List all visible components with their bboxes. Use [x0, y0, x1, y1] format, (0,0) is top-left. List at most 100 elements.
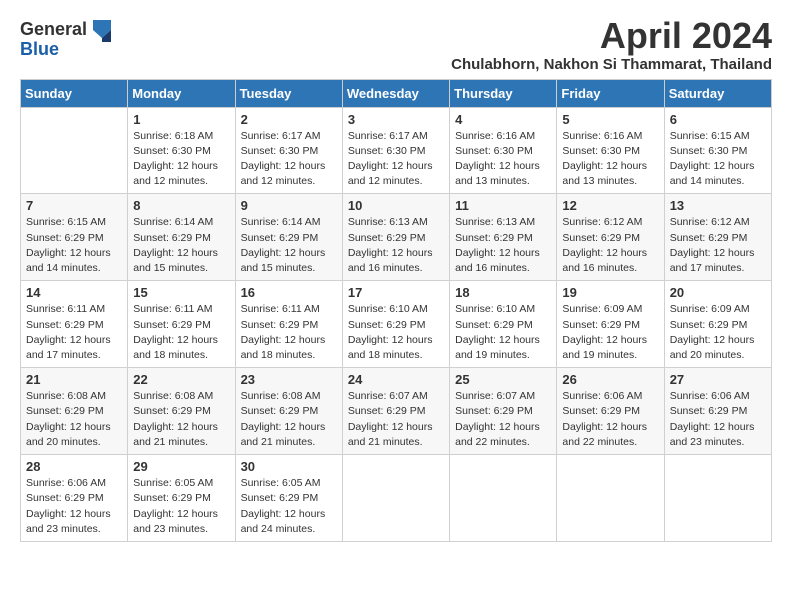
day-number: 3 [348, 112, 444, 127]
day-cell: 22 Sunrise: 6:08 AMSunset: 6:29 PMDayligh… [128, 368, 235, 455]
day-cell: 4 Sunrise: 6:16 AMSunset: 6:30 PMDaylight… [450, 107, 557, 194]
day-cell: 25Sunrise: 6:07 AMSunset: 6:29 PMDayligh… [450, 368, 557, 455]
day-number: 2 [241, 112, 337, 127]
day-info: Sunrise: 6:17 AMSunset: 6:30 PMDaylight:… [348, 129, 444, 190]
day-info: Sunrise: 6:18 AMSunset: 6:30 PMDaylight:… [133, 129, 229, 190]
day-cell: 23 Sunrise: 6:08 AMSunset: 6:29 PMDayligh… [235, 368, 342, 455]
day-number: 30 [241, 459, 337, 474]
logo-general: General [20, 19, 87, 39]
day-cell: 7 Sunrise: 6:15 AMSunset: 6:29 PMDaylight… [21, 194, 128, 281]
day-cell: 24Sunrise: 6:07 AMSunset: 6:29 PMDayligh… [342, 368, 449, 455]
day-cell: 5 Sunrise: 6:16 AMSunset: 6:30 PMDaylight… [557, 107, 664, 194]
week-row-5: 28 Sunrise: 6:06 AMSunset: 6:29 PMDayligh… [21, 455, 772, 542]
day-info: Sunrise: 6:16 AMSunset: 6:30 PMDaylight:… [562, 129, 658, 190]
day-info: Sunrise: 6:11 AMSunset: 6:29 PMDaylight:… [26, 302, 122, 363]
day-number: 6 [670, 112, 766, 127]
day-info: Sunrise: 6:08 AMSunset: 6:29 PMDaylight:… [26, 389, 122, 450]
day-info: Sunrise: 6:07 AMSunset: 6:29 PMDaylight:… [455, 389, 551, 450]
week-row-2: 7 Sunrise: 6:15 AMSunset: 6:29 PMDaylight… [21, 194, 772, 281]
week-row-3: 14 Sunrise: 6:11 AMSunset: 6:29 PMDayligh… [21, 281, 772, 368]
day-cell: 29Sunrise: 6:05 AMSunset: 6:29 PMDayligh… [128, 455, 235, 542]
day-info: Sunrise: 6:09 AMSunset: 6:29 PMDaylight:… [562, 302, 658, 363]
day-cell: 27 Sunrise: 6:06 AMSunset: 6:29 PMDayligh… [664, 368, 771, 455]
day-number: 16 [241, 285, 337, 300]
logo-icon [89, 16, 113, 44]
day-info: Sunrise: 6:11 AMSunset: 6:29 PMDaylight:… [241, 302, 337, 363]
day-info: Sunrise: 6:08 AMSunset: 6:29 PMDaylight:… [241, 389, 337, 450]
day-info: Sunrise: 6:15 AMSunset: 6:29 PMDaylight:… [26, 215, 122, 276]
day-cell: 13Sunrise: 6:12 AMSunset: 6:29 PMDayligh… [664, 194, 771, 281]
header-wednesday: Wednesday [342, 79, 449, 107]
header-sunday: Sunday [21, 79, 128, 107]
day-number: 12 [562, 198, 658, 213]
day-info: Sunrise: 6:06 AMSunset: 6:29 PMDaylight:… [670, 389, 766, 450]
day-cell: 18 Sunrise: 6:10 AMSunset: 6:29 PMDayligh… [450, 281, 557, 368]
day-info: Sunrise: 6:05 AMSunset: 6:29 PMDaylight:… [241, 476, 337, 537]
day-info: Sunrise: 6:14 AMSunset: 6:29 PMDaylight:… [133, 215, 229, 276]
week-row-1: 1 Sunrise: 6:18 AMSunset: 6:30 PMDaylight… [21, 107, 772, 194]
calendar-table: SundayMondayTuesdayWednesdayThursdayFrid… [20, 79, 772, 542]
day-number: 22 [133, 372, 229, 387]
day-number: 28 [26, 459, 122, 474]
day-cell: 12 Sunrise: 6:12 AMSunset: 6:29 PMDayligh… [557, 194, 664, 281]
day-cell: 19 Sunrise: 6:09 AMSunset: 6:29 PMDayligh… [557, 281, 664, 368]
day-cell: 8 Sunrise: 6:14 AMSunset: 6:29 PMDaylight… [128, 194, 235, 281]
day-cell: 6 Sunrise: 6:15 AMSunset: 6:30 PMDaylight… [664, 107, 771, 194]
day-number: 21 [26, 372, 122, 387]
logo: General Blue [20, 16, 113, 60]
day-cell: 9 Sunrise: 6:14 AMSunset: 6:29 PMDaylight… [235, 194, 342, 281]
day-number: 18 [455, 285, 551, 300]
day-number: 15 [133, 285, 229, 300]
day-cell: 3 Sunrise: 6:17 AMSunset: 6:30 PMDaylight… [342, 107, 449, 194]
day-cell: 1 Sunrise: 6:18 AMSunset: 6:30 PMDaylight… [128, 107, 235, 194]
day-cell: 14 Sunrise: 6:11 AMSunset: 6:29 PMDayligh… [21, 281, 128, 368]
day-number: 27 [670, 372, 766, 387]
day-info: Sunrise: 6:14 AMSunset: 6:29 PMDaylight:… [241, 215, 337, 276]
day-cell: 10 Sunrise: 6:13 AMSunset: 6:29 PMDayligh… [342, 194, 449, 281]
day-info: Sunrise: 6:10 AMSunset: 6:29 PMDaylight:… [455, 302, 551, 363]
day-info: Sunrise: 6:06 AMSunset: 6:29 PMDaylight:… [562, 389, 658, 450]
day-number: 26 [562, 372, 658, 387]
day-number: 14 [26, 285, 122, 300]
day-cell [21, 107, 128, 194]
day-cell: 26 Sunrise: 6:06 AMSunset: 6:29 PMDayligh… [557, 368, 664, 455]
day-info: Sunrise: 6:09 AMSunset: 6:29 PMDaylight:… [670, 302, 766, 363]
day-info: Sunrise: 6:13 AMSunset: 6:29 PMDaylight:… [455, 215, 551, 276]
day-number: 23 [241, 372, 337, 387]
day-number: 29 [133, 459, 229, 474]
day-cell: 16 Sunrise: 6:11 AMSunset: 6:29 PMDayligh… [235, 281, 342, 368]
day-number: 19 [562, 285, 658, 300]
day-cell: 20 Sunrise: 6:09 AMSunset: 6:29 PMDayligh… [664, 281, 771, 368]
day-number: 4 [455, 112, 551, 127]
day-info: Sunrise: 6:08 AMSunset: 6:29 PMDaylight:… [133, 389, 229, 450]
day-number: 5 [562, 112, 658, 127]
day-number: 11 [455, 198, 551, 213]
day-info: Sunrise: 6:11 AMSunset: 6:29 PMDaylight:… [133, 302, 229, 363]
day-info: Sunrise: 6:15 AMSunset: 6:30 PMDaylight:… [670, 129, 766, 190]
day-cell [664, 455, 771, 542]
header-thursday: Thursday [450, 79, 557, 107]
subtitle: Chulabhorn, Nakhon Si Thammarat, Thailan… [451, 56, 772, 73]
day-cell [450, 455, 557, 542]
header-saturday: Saturday [664, 79, 771, 107]
day-info: Sunrise: 6:07 AMSunset: 6:29 PMDaylight:… [348, 389, 444, 450]
day-number: 17 [348, 285, 444, 300]
day-info: Sunrise: 6:06 AMSunset: 6:29 PMDaylight:… [26, 476, 122, 537]
day-number: 1 [133, 112, 229, 127]
day-info: Sunrise: 6:12 AMSunset: 6:29 PMDaylight:… [562, 215, 658, 276]
header-monday: Monday [128, 79, 235, 107]
day-number: 13 [670, 198, 766, 213]
header-tuesday: Tuesday [235, 79, 342, 107]
day-cell: 21 Sunrise: 6:08 AMSunset: 6:29 PMDayligh… [21, 368, 128, 455]
day-number: 7 [26, 198, 122, 213]
day-info: Sunrise: 6:16 AMSunset: 6:30 PMDaylight:… [455, 129, 551, 190]
day-number: 9 [241, 198, 337, 213]
month-title: April 2024 [451, 16, 772, 56]
day-info: Sunrise: 6:13 AMSunset: 6:29 PMDaylight:… [348, 215, 444, 276]
day-number: 20 [670, 285, 766, 300]
day-info: Sunrise: 6:17 AMSunset: 6:30 PMDaylight:… [241, 129, 337, 190]
day-number: 8 [133, 198, 229, 213]
logo-blue: Blue [20, 39, 59, 59]
day-number: 10 [348, 198, 444, 213]
day-cell [557, 455, 664, 542]
